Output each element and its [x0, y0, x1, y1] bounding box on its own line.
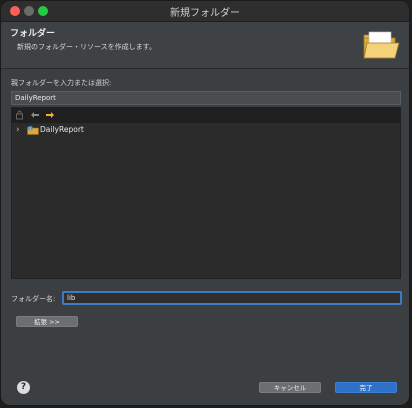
help-icon[interactable]: ?	[17, 381, 30, 394]
advanced-button[interactable]: 拡張 >>	[16, 316, 78, 327]
open-folder-icon	[363, 31, 400, 59]
folder-tree[interactable]: › J DailyReport	[11, 107, 401, 279]
new-folder-dialog: 新規フォルダー フォルダー 新規のフォルダー・リソースを作成します。 親フォルダ…	[0, 0, 410, 406]
tree-item-dailyreport[interactable]: › J DailyReport	[12, 124, 400, 136]
forward-arrow-icon[interactable]	[45, 110, 55, 120]
chevron-right-icon[interactable]: ›	[16, 124, 20, 136]
finish-button[interactable]: 完了	[335, 382, 397, 393]
title-bar: 新規フォルダー	[1, 1, 409, 22]
back-arrow-icon[interactable]	[30, 110, 40, 120]
collapse-all-icon[interactable]	[15, 110, 25, 120]
folder-name-label: フォルダー名:	[11, 295, 56, 303]
wizard-header: フォルダー 新規のフォルダー・リソースを作成します。	[1, 22, 409, 69]
parent-folder-label: 親フォルダーを入力または選択:	[11, 79, 112, 87]
tree-item-label: DailyReport	[40, 125, 84, 134]
window-title: 新規フォルダー	[170, 8, 240, 19]
cancel-button[interactable]: キャンセル	[259, 382, 321, 393]
folder-name-input[interactable]	[62, 291, 402, 305]
java-project-icon: J	[27, 126, 39, 135]
svg-text:J: J	[29, 127, 31, 131]
parent-folder-field[interactable]: DailyReport	[11, 91, 401, 105]
wizard-title: フォルダー	[10, 29, 56, 39]
tree-toolbar	[12, 108, 400, 123]
wizard-description: 新規のフォルダー・リソースを作成します。	[17, 43, 156, 51]
